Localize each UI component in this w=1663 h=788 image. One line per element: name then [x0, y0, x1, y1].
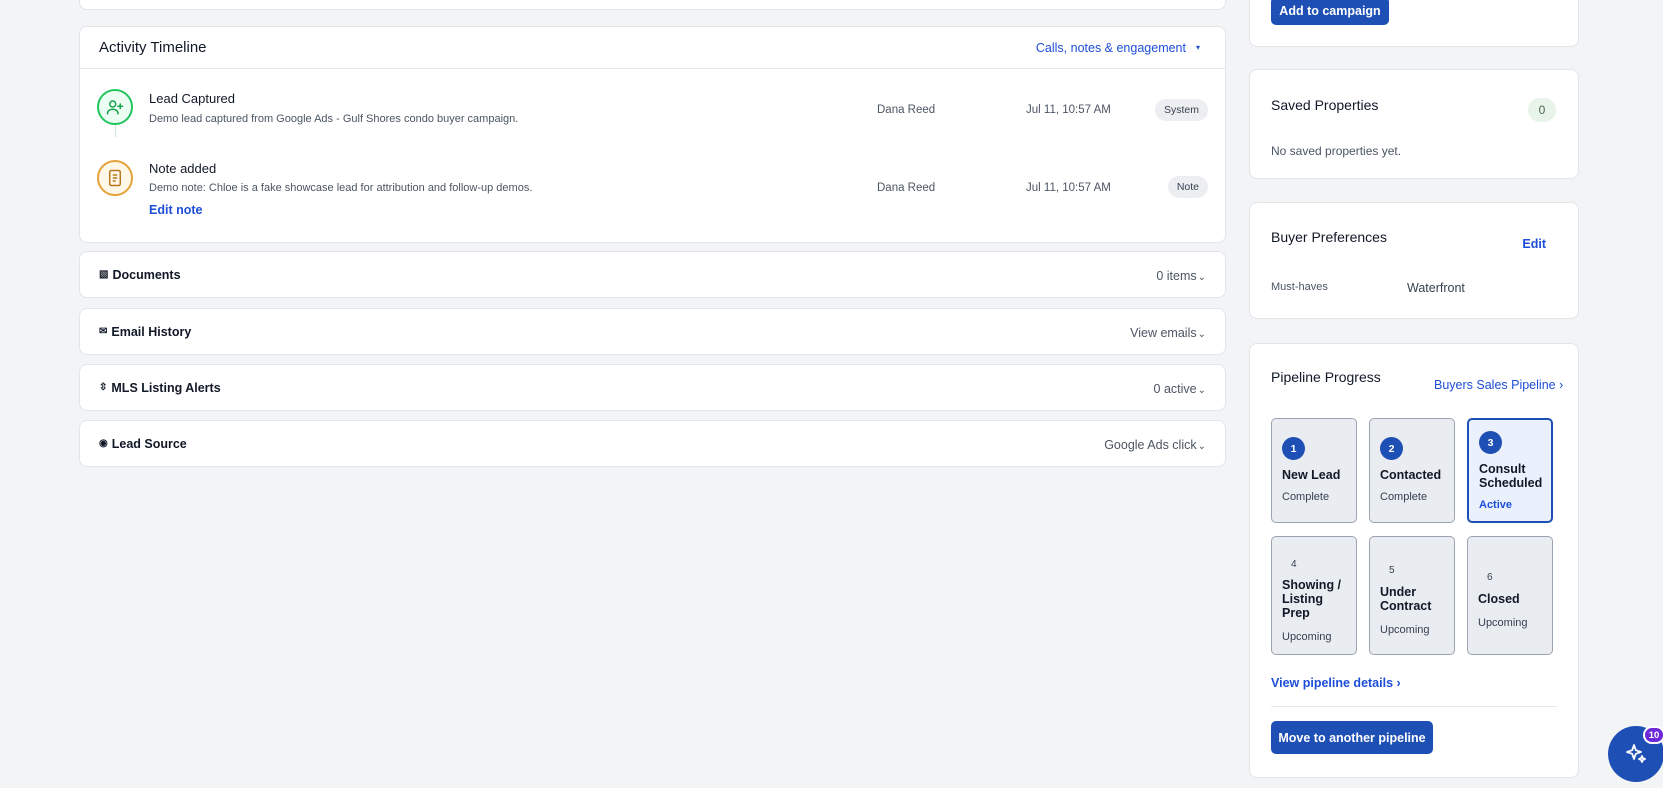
stage-name: Closed: [1478, 592, 1520, 606]
stage-status: Complete: [1282, 491, 1330, 503]
lead-source-section[interactable]: ◉ Lead Source Google Ads click ⌄: [79, 420, 1226, 467]
documents-icon: ▧: [99, 269, 109, 280]
stage-status: Upcoming: [1380, 624, 1430, 636]
saved-count-badge: 0: [1528, 98, 1556, 122]
event-time: Jul 11, 10:57 AM: [1026, 182, 1111, 194]
add-to-campaign-button[interactable]: Add to campaign: [1271, 0, 1389, 25]
edit-note-link[interactable]: Edit note: [149, 203, 202, 217]
alert-icon: ⇳: [99, 382, 108, 393]
edit-preferences-link[interactable]: Edit: [1522, 237, 1546, 251]
sparkles-icon: [1626, 744, 1646, 763]
stage-name: Showing / Listing Prep: [1282, 578, 1342, 620]
event-description: Demo lead captured from Google Ads - Gul…: [149, 113, 519, 125]
section-title: Documents: [112, 267, 181, 282]
pipeline-stage[interactable]: 2 Contacted Complete: [1369, 418, 1455, 523]
pipeline-stage[interactable]: 6 Closed Upcoming: [1467, 536, 1553, 655]
stage-number: 2: [1380, 437, 1403, 460]
pipeline-stage[interactable]: 5 Under Contract Upcoming: [1369, 536, 1455, 655]
move-pipeline-button[interactable]: Move to another pipeline: [1271, 721, 1433, 754]
stage-number: 3: [1479, 431, 1502, 454]
previous-card: [79, 0, 1226, 10]
preference-label: Must-haves: [1271, 281, 1328, 293]
pipeline-stage[interactable]: 1 New Lead Complete: [1271, 418, 1357, 523]
section-title: Lead Source: [111, 436, 187, 451]
timeline-connector: [115, 125, 116, 137]
timeline-event: Note added Demo note: Chloe is a fake sh…: [80, 139, 1225, 239]
documents-section[interactable]: ▧ Documents 0 items ⌄: [79, 251, 1226, 298]
stage-number: 5: [1389, 565, 1395, 576]
stage-status: Complete: [1380, 491, 1428, 503]
buyer-preferences-card: Buyer Preferences Edit Must-haves Waterf…: [1249, 202, 1579, 319]
section-title: Email History: [111, 324, 192, 339]
stage-status: Upcoming: [1478, 617, 1528, 629]
empty-state-text: No saved properties yet.: [1271, 144, 1402, 158]
event-time: Jul 11, 10:57 AM: [1026, 104, 1111, 116]
event-badge: System: [1154, 99, 1208, 121]
section-summary: 0 active: [1153, 382, 1197, 396]
pipeline-progress-card: Pipeline Progress Buyers Sales Pipeline …: [1249, 343, 1579, 778]
stage-status: Active: [1479, 499, 1513, 511]
view-pipeline-details-link[interactable]: View pipeline details ›: [1271, 676, 1401, 690]
timeline-title: Activity Timeline: [99, 39, 207, 56]
stage-name: Consult Scheduled: [1479, 462, 1543, 490]
chevron-down-icon: ⌄: [1197, 272, 1206, 283]
chevron-down-icon: ⌄: [1197, 385, 1206, 396]
caret-down-icon: ▾: [1195, 43, 1200, 52]
event-title: Lead Captured: [149, 91, 236, 106]
pipeline-stage-active[interactable]: 3 Consult Scheduled Active: [1467, 418, 1553, 523]
stage-number: 1: [1282, 437, 1305, 460]
card-title: Pipeline Progress: [1271, 369, 1381, 385]
section-summary: 0 items: [1156, 269, 1197, 283]
chevron-down-icon: ⌄: [1197, 329, 1206, 340]
timeline-filter-dropdown[interactable]: Calls, notes & engagement ▾: [1036, 41, 1200, 55]
stage-status: Upcoming: [1282, 631, 1332, 643]
mls-alerts-section[interactable]: ⇳ MLS Listing Alerts 0 active ⌄: [79, 364, 1226, 411]
email-history-section[interactable]: ✉ Email History View emails ⌄: [79, 308, 1226, 355]
pipeline-stage[interactable]: 4 Showing / Listing Prep Upcoming: [1271, 536, 1357, 655]
timeline-filter-label: Calls, notes & engagement: [1035, 40, 1186, 55]
event-description: Demo note: Chloe is a fake showcase lead…: [149, 182, 533, 194]
pipeline-link[interactable]: Buyers Sales Pipeline ›: [1434, 378, 1563, 392]
campaign-card: Add to campaign: [1249, 0, 1579, 47]
stage-name: New Lead: [1282, 468, 1341, 482]
stage-number: 4: [1291, 559, 1297, 570]
user-plus-icon: [97, 89, 133, 125]
activity-timeline: Activity Timeline Calls, notes & engagem…: [79, 26, 1226, 243]
note-icon: [97, 160, 133, 196]
assistant-notification-badge: 10: [1643, 726, 1663, 744]
event-title: Note added: [149, 161, 217, 176]
mail-icon: ✉: [99, 326, 108, 337]
preference-value: Waterfront: [1407, 281, 1465, 295]
timeline-event: Lead Captured Demo lead captured from Go…: [80, 69, 1225, 139]
stage-number: 6: [1487, 572, 1493, 583]
timeline-header: Activity Timeline Calls, notes & engagem…: [80, 27, 1225, 69]
saved-properties-card: Saved Properties 0 No saved properties y…: [1249, 69, 1579, 179]
chevron-down-icon: ⌄: [1197, 441, 1206, 452]
section-summary: View emails: [1130, 326, 1197, 340]
divider: [1271, 706, 1557, 707]
card-title: Saved Properties: [1271, 97, 1379, 113]
target-icon: ◉: [99, 438, 108, 449]
section-title: MLS Listing Alerts: [111, 380, 221, 395]
stage-name: Contacted: [1380, 468, 1442, 482]
section-summary: Google Ads click: [1104, 438, 1197, 452]
event-badge: Note: [1167, 176, 1208, 198]
event-user: Dana Reed: [877, 182, 936, 194]
card-title: Buyer Preferences: [1271, 229, 1387, 245]
stage-name: Under Contract: [1380, 585, 1432, 613]
event-user: Dana Reed: [877, 104, 936, 116]
